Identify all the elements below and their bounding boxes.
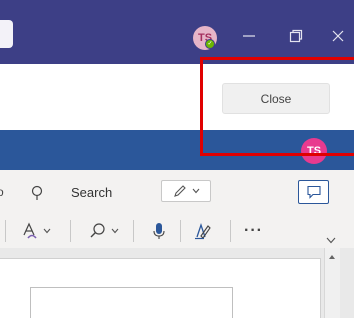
dictate-mic-icon	[153, 223, 165, 239]
comment-icon	[306, 185, 321, 199]
restore-icon	[289, 29, 303, 43]
status-available-icon: ✓	[205, 39, 215, 49]
ribbon-expand-chevron-icon[interactable]	[326, 236, 336, 247]
annotation-highlight-box	[200, 57, 354, 156]
scroll-up-icon[interactable]	[325, 250, 339, 264]
find-icon	[90, 223, 105, 238]
more-options-button[interactable]: ···	[244, 222, 263, 240]
title-search-box[interactable]	[0, 20, 13, 48]
dictate-button[interactable]	[151, 218, 167, 244]
toolbar-divider	[5, 220, 6, 242]
find-button[interactable]	[88, 218, 119, 244]
toolbar-divider	[180, 220, 181, 242]
comment-button[interactable]	[298, 180, 329, 204]
editor-button[interactable]	[192, 218, 212, 244]
minimize-icon	[243, 35, 255, 37]
pen-icon	[174, 185, 186, 197]
toolbar-divider	[133, 220, 134, 242]
search-label[interactable]: Search	[71, 185, 112, 200]
close-window-button[interactable]	[326, 24, 350, 48]
pen-dropdown[interactable]	[161, 180, 211, 202]
minimize-button[interactable]	[237, 24, 261, 48]
chevron-down-icon	[111, 227, 119, 236]
ribbon-tab-partial[interactable]: o	[0, 185, 4, 199]
toolbar-divider	[230, 220, 231, 242]
chevron-down-icon	[192, 187, 200, 196]
toolbar-divider	[70, 220, 71, 242]
document-text-box[interactable]	[30, 287, 233, 318]
chevron-down-icon	[43, 227, 51, 236]
restore-button[interactable]	[284, 24, 308, 48]
editor-icon	[195, 222, 211, 240]
font-color-icon	[23, 222, 37, 239]
ribbon-toolbar	[0, 212, 354, 248]
search-icon[interactable]	[30, 185, 44, 206]
close-icon	[332, 30, 344, 42]
font-color-button[interactable]	[20, 218, 51, 244]
